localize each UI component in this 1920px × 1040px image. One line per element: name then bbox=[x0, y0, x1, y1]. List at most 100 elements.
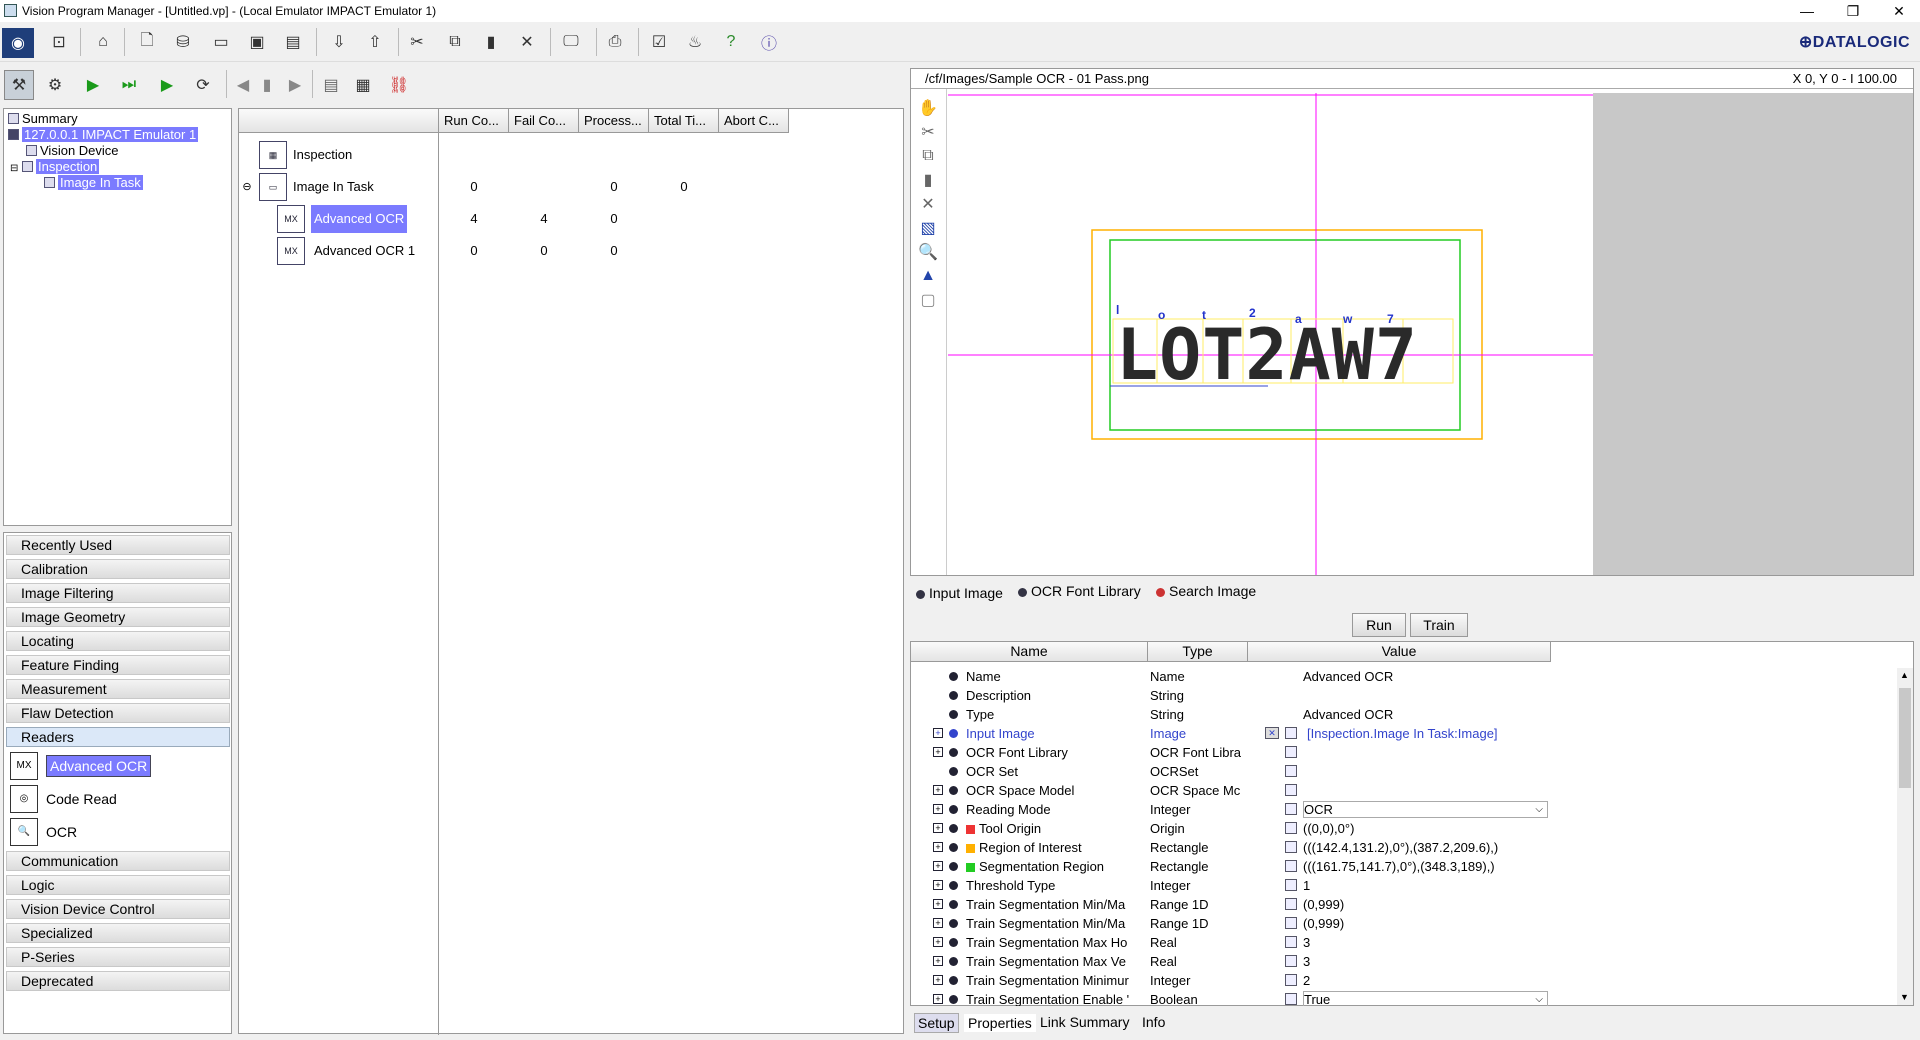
link-icon[interactable] bbox=[1285, 974, 1297, 986]
step-icon[interactable]: ⏭ bbox=[116, 72, 142, 98]
about-icon[interactable]: ⓘ bbox=[756, 29, 782, 55]
stack-icon[interactable]: ▤ bbox=[318, 72, 344, 98]
link-icon[interactable] bbox=[1285, 993, 1297, 1005]
boolean-select[interactable]: True ⌵ bbox=[1303, 991, 1548, 1006]
link-icon[interactable] bbox=[1285, 879, 1297, 891]
image-icon[interactable]: ▲ bbox=[915, 263, 941, 289]
link-icon[interactable] bbox=[1285, 936, 1297, 948]
property-row[interactable]: Description String bbox=[911, 686, 1551, 705]
table-row[interactable]: ▦ Inspection bbox=[239, 139, 789, 171]
tab-setup[interactable]: Setup bbox=[914, 1013, 959, 1033]
delete-icon[interactable]: ✕ bbox=[514, 29, 540, 55]
monitor-icon[interactable]: 🖵 bbox=[558, 29, 584, 55]
table-row[interactable]: MX Advanced OCR 1 0 0 0 bbox=[239, 235, 789, 267]
paste-icon[interactable]: ▮ bbox=[478, 29, 504, 55]
print-icon[interactable]: ⎙ bbox=[602, 29, 628, 55]
link-icon[interactable] bbox=[1285, 822, 1297, 834]
run-icon[interactable]: ▶ bbox=[80, 72, 106, 98]
col-fail-count[interactable]: Fail Co... bbox=[509, 109, 579, 133]
loop-icon[interactable]: ⟳ bbox=[190, 72, 216, 98]
next-icon[interactable]: ▶ bbox=[282, 72, 308, 98]
tab-ocr-font-library[interactable]: OCR Font Library bbox=[1018, 582, 1141, 600]
category-image-geometry[interactable]: Image Geometry bbox=[6, 607, 230, 627]
clear-link-icon[interactable]: ✕ bbox=[1265, 727, 1279, 739]
link-icon[interactable] bbox=[1285, 917, 1297, 929]
import-icon[interactable]: ⇩ bbox=[326, 29, 352, 55]
property-row[interactable]: + Region of Interest Rectangle (((142.4,131… bbox=[911, 838, 1551, 857]
run-once-icon[interactable]: ▶ bbox=[154, 72, 180, 98]
link-icon[interactable] bbox=[1285, 955, 1297, 967]
property-row[interactable]: + Train Segmentation Max Ve Real 3 bbox=[911, 952, 1551, 971]
copy-icon[interactable]: ⧉ bbox=[915, 143, 941, 169]
new-file-icon[interactable]: 🗋 bbox=[134, 29, 160, 55]
pan-icon[interactable]: ✋ bbox=[915, 95, 941, 121]
link-icon[interactable]: ⛓ bbox=[386, 72, 412, 98]
col-run-count[interactable]: Run Co... bbox=[439, 109, 509, 133]
property-row[interactable]: + Train Segmentation Max Ho Real 3 bbox=[911, 933, 1551, 952]
folder-icon[interactable]: ▭ bbox=[208, 29, 234, 55]
category-logic[interactable]: Logic bbox=[6, 875, 230, 895]
stop-icon[interactable]: ⊡ bbox=[46, 29, 72, 55]
tab-properties[interactable]: Properties bbox=[964, 1014, 1036, 1032]
tab-search-image[interactable]: Search Image bbox=[1156, 582, 1256, 600]
category-calibration[interactable]: Calibration bbox=[6, 559, 230, 579]
run-button[interactable]: Run bbox=[1352, 613, 1406, 637]
overlay-icon[interactable]: ▧ bbox=[915, 215, 941, 241]
link-icon[interactable] bbox=[1285, 898, 1297, 910]
cut-icon[interactable]: ✂ bbox=[404, 29, 430, 55]
category-p-series[interactable]: P-Series bbox=[6, 947, 230, 967]
counter-icon[interactable]: ▦ bbox=[350, 72, 376, 98]
delete-icon[interactable]: ✕ bbox=[915, 191, 941, 217]
fit-icon[interactable]: ▢ bbox=[915, 287, 941, 313]
link-icon[interactable] bbox=[1285, 784, 1297, 796]
tree-summary[interactable]: Summary bbox=[8, 111, 78, 126]
restore-button[interactable]: ❐ bbox=[1830, 0, 1876, 22]
col-process[interactable]: Process... bbox=[579, 109, 649, 133]
tree-vision-device[interactable]: Vision Device bbox=[26, 143, 119, 158]
table-row[interactable]: ⊖ ▭ Image In Task 0 0 0 bbox=[239, 171, 789, 203]
table-row[interactable]: MX Advanced OCR 4 4 0 bbox=[239, 203, 789, 235]
category-vision-device-control[interactable]: Vision Device Control bbox=[6, 899, 230, 919]
open-icon[interactable]: ⛁ bbox=[170, 29, 196, 55]
cut-icon[interactable]: ✂ bbox=[915, 119, 941, 145]
property-row[interactable]: + Segmentation Region Rectangle (((161.75,1… bbox=[911, 857, 1551, 876]
property-row[interactable]: + Tool Origin Origin ((0,0),0°) bbox=[911, 819, 1551, 838]
tree-image-in-task[interactable]: Image In Task bbox=[44, 175, 143, 190]
tab-input-image[interactable]: Input Image bbox=[916, 584, 1003, 602]
paste-icon[interactable]: ▮ bbox=[915, 167, 941, 193]
property-row[interactable]: + Train Segmentation Min/Ma Range 1D (0,999… bbox=[911, 895, 1551, 914]
property-row[interactable]: + OCR Font Library OCR Font Libra bbox=[911, 743, 1551, 762]
link-icon[interactable] bbox=[1285, 860, 1297, 872]
tab-link-summary[interactable]: Link Summary bbox=[1040, 1013, 1129, 1031]
link-icon[interactable] bbox=[1285, 765, 1297, 777]
col-abort-count[interactable]: Abort C... bbox=[719, 109, 789, 133]
vision-device-icon[interactable]: ◉ bbox=[2, 28, 34, 58]
link-icon[interactable] bbox=[1285, 841, 1297, 853]
zoom-icon[interactable]: 🔍 bbox=[915, 239, 941, 265]
property-row[interactable]: + Input Image Image ✕ [Inspection.Image In T… bbox=[911, 724, 1551, 743]
minimize-button[interactable]: — bbox=[1784, 0, 1830, 22]
tab-info[interactable]: Info bbox=[1142, 1013, 1165, 1031]
property-row[interactable]: Type String Advanced OCR bbox=[911, 705, 1551, 724]
home-icon[interactable]: ⌂ bbox=[90, 29, 116, 55]
category-deprecated[interactable]: Deprecated bbox=[6, 971, 230, 991]
prev-icon[interactable]: ◀ bbox=[230, 72, 256, 98]
link-icon[interactable] bbox=[1285, 746, 1297, 758]
category-specialized[interactable]: Specialized bbox=[6, 923, 230, 943]
tree-inspection[interactable]: ⊟ Inspection bbox=[10, 159, 100, 176]
property-row[interactable]: + Reading Mode Integer OCR ⌵ bbox=[911, 800, 1551, 819]
checklist-icon[interactable]: ☑ bbox=[646, 29, 672, 55]
category-recently-used[interactable]: Recently Used bbox=[6, 535, 230, 555]
reading-mode-select[interactable]: OCR ⌵ bbox=[1303, 801, 1548, 818]
tree-device[interactable]: 127.0.0.1 IMPACT Emulator 1 bbox=[8, 127, 199, 142]
category-image-filtering[interactable]: Image Filtering bbox=[6, 583, 230, 603]
property-row[interactable]: OCR Set OCRSet bbox=[911, 762, 1551, 781]
help-icon[interactable]: ? bbox=[718, 29, 744, 55]
scrollbar[interactable]: ▲ ▼ bbox=[1897, 668, 1913, 1005]
settings-icon[interactable]: ⚙ bbox=[42, 72, 68, 98]
collapse-icon[interactable]: ⊖ bbox=[241, 171, 253, 203]
category-communication[interactable]: Communication bbox=[6, 851, 230, 871]
export-icon[interactable]: ⇧ bbox=[362, 29, 388, 55]
lightbulb-icon[interactable]: ♨ bbox=[682, 29, 708, 55]
edit-mode-icon[interactable]: ⚒ bbox=[4, 70, 34, 100]
